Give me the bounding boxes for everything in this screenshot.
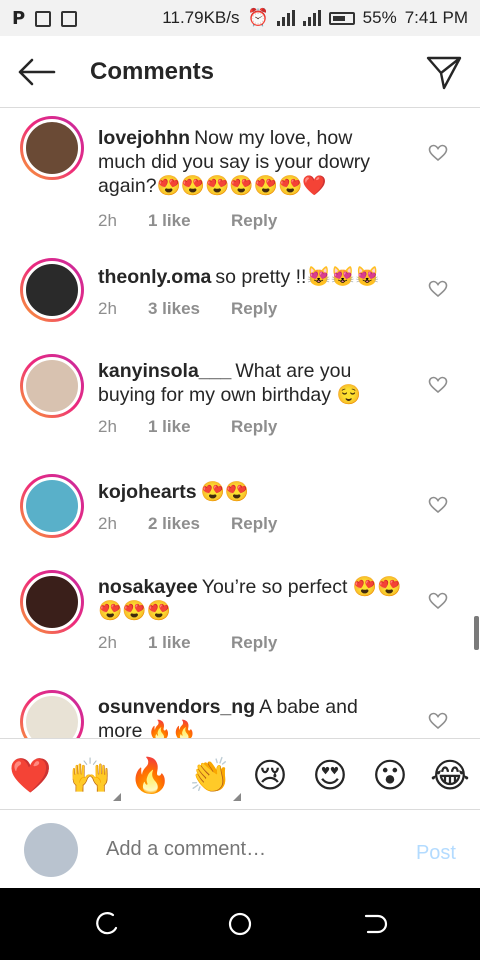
heart-icon[interactable] xyxy=(428,712,448,730)
emoji-fire[interactable]: 🔥 xyxy=(129,755,171,797)
avatar-image xyxy=(23,261,81,319)
save-icon xyxy=(61,10,78,27)
avatar[interactable] xyxy=(20,116,84,180)
comment-text: nosakayee You’re so perfect 😍😍😍😍😍 xyxy=(98,575,404,623)
signal-icon-2 xyxy=(302,10,321,26)
emoji-surprised-face[interactable]: 😮 xyxy=(369,755,411,797)
my-avatar xyxy=(24,823,78,877)
emoji-tears-of-joy[interactable]: 😂 xyxy=(429,755,471,797)
avatar[interactable] xyxy=(20,474,84,538)
battery-percent: 55% xyxy=(362,8,397,27)
scrollbar-thumb[interactable] xyxy=(474,616,479,650)
reply-button[interactable]: Reply xyxy=(231,299,277,319)
clock: 7:41 PM xyxy=(404,8,468,27)
status-left-icons: P xyxy=(12,8,78,29)
avatar[interactable] xyxy=(20,570,84,634)
comment-body: 😍😍 xyxy=(200,481,250,503)
comment-body: so pretty !!😻😻😻 xyxy=(215,266,380,288)
arrow-left-icon xyxy=(18,58,56,86)
home-icon[interactable] xyxy=(226,910,254,938)
heart-icon[interactable] xyxy=(428,496,448,514)
comment-username[interactable]: nosakayee xyxy=(98,576,198,598)
recents-icon[interactable] xyxy=(93,910,121,938)
reply-button[interactable]: Reply xyxy=(231,211,277,231)
comment-likes[interactable]: 1 like xyxy=(148,211,231,231)
comment-text: lovejohhn Now my love, how much did you s… xyxy=(98,126,404,198)
status-bar: P 11.79KB/s ⏰ 55% 7:41 PM xyxy=(0,0,480,36)
comment-text: kanyinsola___ What are you buying for my … xyxy=(98,359,404,407)
skin-tone-indicator-icon xyxy=(113,793,121,801)
alarm-icon: ⏰ xyxy=(247,8,269,28)
comment-likes[interactable]: 2 likes xyxy=(148,514,231,534)
comment-text: kojohearts 😍😍 xyxy=(98,480,404,504)
signal-icon xyxy=(276,10,295,26)
comment-username[interactable]: osunvendors_ng xyxy=(98,696,255,718)
comment-input[interactable] xyxy=(106,838,386,861)
battery-icon xyxy=(328,11,355,25)
send-button[interactable] xyxy=(424,52,464,92)
comment-text: osunvendors_ng A babe and more 🔥🔥 xyxy=(98,695,404,738)
comment-time: 2h xyxy=(98,299,117,318)
emoji-red-heart[interactable]: ❤️ xyxy=(9,755,51,797)
heart-icon[interactable] xyxy=(428,280,448,298)
emoji-clapping-glyph: 👏 xyxy=(189,756,232,796)
avatar-image xyxy=(23,357,81,415)
comment-username[interactable]: lovejohhn xyxy=(98,127,190,149)
skin-tone-indicator-icon xyxy=(233,793,241,801)
system-nav-bar xyxy=(0,888,480,960)
emoji-clapping-hands[interactable]: 👏 xyxy=(189,755,241,801)
comments-list[interactable]: lovejohhn Now my love, how much did you s… xyxy=(0,108,480,738)
comment-username[interactable]: theonly.oma xyxy=(98,266,211,288)
comment-time: 2h xyxy=(98,211,117,230)
avatar-image xyxy=(23,573,81,631)
reply-button[interactable]: Reply xyxy=(231,633,277,653)
avatar-image xyxy=(23,693,81,738)
comment-composer: Post xyxy=(0,810,480,888)
avatar-image xyxy=(23,477,81,535)
comment-time: 2h xyxy=(98,417,117,436)
comment-username[interactable]: kanyinsola___ xyxy=(98,360,231,382)
comment-meta: 2h 1 like Reply xyxy=(98,417,277,437)
back-nav-icon[interactable] xyxy=(360,910,388,938)
emoji-raising-hands-glyph: 🙌 xyxy=(69,756,112,796)
image-icon xyxy=(35,10,52,27)
avatar[interactable] xyxy=(20,258,84,322)
emoji-heart-eyes[interactable]: 😍 xyxy=(309,755,351,797)
avatar[interactable] xyxy=(20,690,84,738)
comment-time: 2h xyxy=(98,514,117,533)
back-button[interactable] xyxy=(14,52,58,92)
comment-meta: 2h 2 likes Reply xyxy=(98,514,277,534)
comment-username[interactable]: kojohearts xyxy=(98,481,197,503)
page-title: Comments xyxy=(90,58,215,85)
post-button[interactable]: Post xyxy=(416,842,456,865)
header-bar: Comments xyxy=(0,36,480,108)
emoji-raising-hands[interactable]: 🙌 xyxy=(69,755,121,801)
comment-likes[interactable]: 1 like xyxy=(148,417,231,437)
comment-meta: 2h 3 likes Reply xyxy=(98,299,277,319)
reply-button[interactable]: Reply xyxy=(231,514,277,534)
emoji-crying-face[interactable]: 😢 xyxy=(249,755,291,797)
comment-time: 2h xyxy=(98,633,117,652)
comment-text: theonly.oma so pretty !!😻😻😻 xyxy=(98,265,404,289)
heart-icon[interactable] xyxy=(428,376,448,394)
comment-likes[interactable]: 3 likes xyxy=(148,299,231,319)
comment-likes[interactable]: 1 like xyxy=(148,633,231,653)
avatar[interactable] xyxy=(20,354,84,418)
status-right: 11.79KB/s ⏰ 55% 7:41 PM xyxy=(162,8,468,28)
p-icon: P xyxy=(12,8,26,29)
comment-meta: 2h 1 like Reply xyxy=(98,211,277,231)
comment-meta: 2h 1 like Reply xyxy=(98,633,277,653)
net-speed: 11.79KB/s xyxy=(162,8,240,27)
emoji-quick-bar: ❤️ 🙌 🔥 👏 😢 😍 😮 😂 xyxy=(0,738,480,810)
heart-icon[interactable] xyxy=(428,592,448,610)
heart-icon[interactable] xyxy=(428,144,448,162)
avatar-image xyxy=(23,119,81,177)
paper-plane-icon xyxy=(426,56,462,90)
reply-button[interactable]: Reply xyxy=(231,417,277,437)
